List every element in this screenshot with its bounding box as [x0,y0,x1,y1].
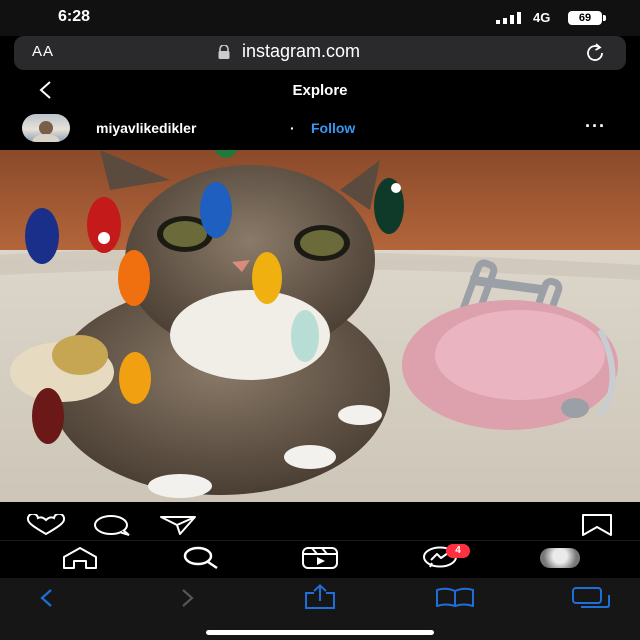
url-text[interactable]: instagram.com [242,41,360,62]
signal-icon [496,12,521,24]
post-image[interactable] [0,150,640,502]
reload-icon[interactable] [583,42,607,64]
battery-tip [603,15,606,21]
bookmark-icon[interactable] [580,512,614,538]
safari-share-icon[interactable] [302,584,338,610]
reels-icon[interactable] [300,546,340,570]
lock-icon [218,45,230,59]
safari-forward-icon[interactable] [176,588,198,608]
more-options-button[interactable]: ··· [585,116,606,137]
comment-icon[interactable] [92,514,132,536]
follow-button[interactable]: Follow [311,120,355,136]
notification-badge: 4 [446,544,470,558]
battery-indicator: 69 [568,11,602,25]
safari-back-icon[interactable] [36,588,58,608]
heart-icon[interactable] [26,514,66,536]
share-icon[interactable] [158,514,198,536]
home-icon[interactable] [60,546,100,570]
safari-bookmarks-icon[interactable] [434,586,476,608]
separator-dot: · [290,120,295,136]
profile-avatar[interactable] [540,548,580,568]
text-size-button[interactable]: AA [32,43,54,60]
network-type: 4G [533,10,551,25]
status-time: 6:28 [58,8,91,25]
page-title: Explore [292,82,348,99]
username[interactable]: miyavlikedikler [96,120,196,136]
safari-tabs-icon[interactable] [570,586,612,610]
avatar[interactable] [22,114,70,142]
home-indicator [206,630,434,635]
search-icon[interactable] [180,546,220,570]
